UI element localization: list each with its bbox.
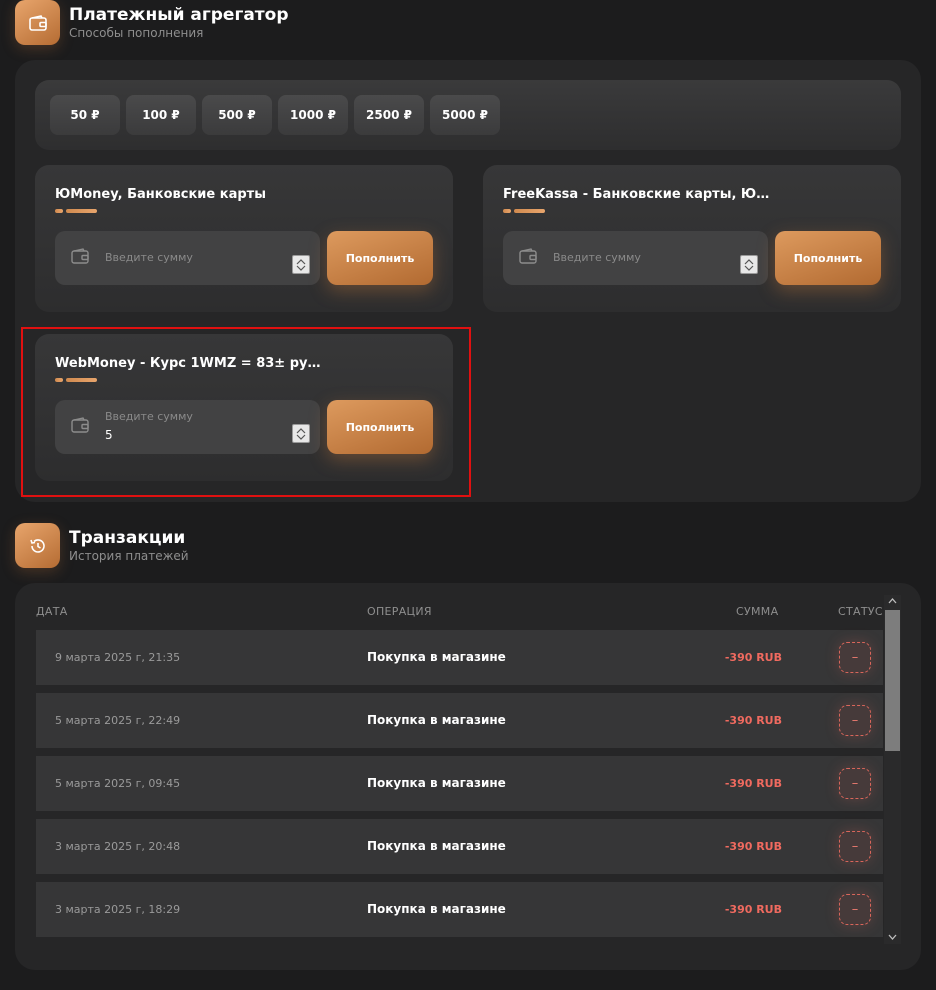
- row-amount: -390 RUB: [724, 840, 782, 853]
- table-row[interactable]: 3 марта 2025 г, 18:29 Покупка в магазине…: [36, 882, 883, 937]
- amount-button-2500[interactable]: 2500 ₽: [354, 95, 424, 135]
- payment-method-card-yoomoney: ЮMoney, Банковские карты Введите сумму П…: [35, 165, 453, 312]
- amount-button-5000[interactable]: 5000 ₽: [430, 95, 500, 135]
- chevron-down-icon[interactable]: [744, 265, 754, 271]
- row-date: 5 марта 2025 г, 09:45: [55, 777, 181, 790]
- amount-placeholder: Введите сумму: [553, 251, 641, 264]
- amount-button-1000[interactable]: 1000 ₽: [278, 95, 348, 135]
- payment-section-header: Платежный агрегатор Способы пополнения: [15, 0, 289, 45]
- column-header-date: ДАТА: [36, 605, 68, 618]
- amount-button-500[interactable]: 500 ₽: [202, 95, 272, 135]
- payment-method-card-freekassa: FreeKassa - Банковские карты, ЮМ... Введ…: [483, 165, 901, 312]
- scroll-down-icon[interactable]: [888, 934, 897, 940]
- row-amount: -390 RUB: [724, 903, 782, 916]
- status-badge: –: [839, 831, 871, 862]
- row-amount: -390 RUB: [724, 651, 782, 664]
- quick-amounts-bar: 50 ₽ 100 ₽ 500 ₽ 1000 ₽ 2500 ₽ 5000 ₽: [35, 80, 901, 150]
- method-title: FreeKassa - Банковские карты, ЮМ...: [503, 187, 773, 202]
- amount-button-50[interactable]: 50 ₽: [50, 95, 120, 135]
- number-spinner[interactable]: [292, 255, 310, 274]
- column-header-status: СТАТУС: [838, 605, 883, 618]
- wallet-icon: [71, 248, 89, 268]
- amount-button-100[interactable]: 100 ₽: [126, 95, 196, 135]
- transactions-section-header: Транзакции История платежей: [15, 523, 189, 568]
- table-row[interactable]: 5 марта 2025 г, 22:49 Покупка в магазине…: [36, 693, 883, 748]
- row-amount: -390 RUB: [724, 714, 782, 727]
- row-date: 5 марта 2025 г, 22:49: [55, 714, 181, 727]
- row-operation: Покупка в магазине: [367, 776, 506, 790]
- scroll-up-icon[interactable]: [888, 598, 897, 604]
- row-date: 3 марта 2025 г, 18:29: [55, 903, 181, 916]
- wallet-icon: [15, 0, 60, 45]
- amount-input[interactable]: Введите сумму: [55, 231, 320, 285]
- transactions-panel: ДАТА ОПЕРАЦИЯ СУММА СТАТУС 9 марта 2025 …: [15, 583, 921, 970]
- wallet-icon: [519, 248, 537, 268]
- status-badge: –: [839, 642, 871, 673]
- row-amount: -390 RUB: [724, 777, 782, 790]
- topup-button[interactable]: Пополнить: [327, 231, 433, 285]
- number-spinner[interactable]: [740, 255, 758, 274]
- row-date: 3 марта 2025 г, 20:48: [55, 840, 181, 853]
- scrollbar-thumb[interactable]: [885, 610, 900, 751]
- status-badge: –: [839, 894, 871, 925]
- page-subtitle: Способы пополнения: [69, 25, 204, 40]
- table-row[interactable]: 5 марта 2025 г, 09:45 Покупка в магазине…: [36, 756, 883, 811]
- table-row[interactable]: 3 марта 2025 г, 20:48 Покупка в магазине…: [36, 819, 883, 874]
- method-title: ЮMoney, Банковские карты: [55, 187, 266, 202]
- accent-bar: [55, 209, 97, 213]
- row-date: 9 марта 2025 г, 21:35: [55, 651, 181, 664]
- page-title: Платежный агрегатор: [69, 4, 289, 25]
- amount-placeholder: Введите сумму: [105, 251, 193, 264]
- accent-bar: [503, 209, 545, 213]
- row-operation: Покупка в магазине: [367, 713, 506, 727]
- row-operation: Покупка в магазине: [367, 902, 506, 916]
- transactions-subtitle: История платежей: [69, 548, 189, 563]
- chevron-down-icon[interactable]: [296, 265, 306, 271]
- topup-button[interactable]: Пополнить: [775, 231, 881, 285]
- amount-input[interactable]: Введите сумму: [503, 231, 768, 285]
- column-header-amount: СУММА: [736, 605, 779, 618]
- table-row[interactable]: 9 марта 2025 г, 21:35 Покупка в магазине…: [36, 630, 883, 685]
- history-icon: [15, 523, 60, 568]
- column-header-operation: ОПЕРАЦИЯ: [367, 605, 432, 618]
- selection-highlight: [21, 327, 471, 497]
- transactions-title: Транзакции: [69, 527, 186, 548]
- status-badge: –: [839, 705, 871, 736]
- row-operation: Покупка в магазине: [367, 839, 506, 853]
- status-badge: –: [839, 768, 871, 799]
- row-operation: Покупка в магазине: [367, 650, 506, 664]
